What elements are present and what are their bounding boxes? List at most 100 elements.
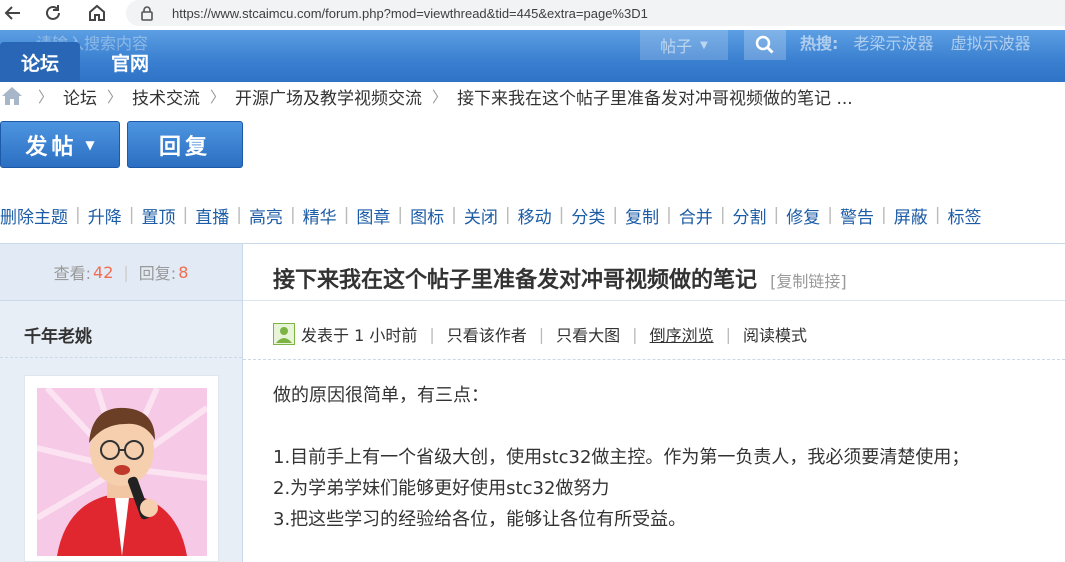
post-blank-line	[273, 411, 969, 442]
post-paragraph: 2.为学弟学妹们能够更好使用stc32做努力	[273, 478, 610, 499]
post-time: 发表于 1 小时前	[301, 326, 418, 345]
divider: |	[289, 205, 296, 225]
divider	[243, 300, 1065, 301]
breadcrumb-link[interactable]: 论坛	[63, 84, 97, 109]
breadcrumb-link[interactable]: 技术交流	[132, 84, 200, 109]
search-icon	[755, 35, 774, 54]
hot-searches: 热搜: 老梁示波器 虚拟示波器	[800, 30, 1043, 54]
hot-label: 热搜:	[800, 34, 839, 53]
copy-link-button[interactable]: [复制链接]	[770, 272, 847, 291]
chevron-right-icon: 〉	[107, 87, 123, 106]
divider: |	[719, 205, 726, 225]
tab-forum[interactable]: 论坛	[0, 42, 80, 82]
replies-count: 8	[178, 262, 189, 282]
chevron-right-icon: 〉	[210, 87, 226, 106]
url-text[interactable]: https://www.stcaimcu.com/forum.php?mod=v…	[172, 6, 648, 21]
views-label: 查看:	[53, 264, 92, 283]
user-online-icon	[273, 323, 295, 345]
lock-icon[interactable]	[140, 5, 164, 21]
thread-stats: 查看: 42 | 回复: 8	[0, 244, 242, 301]
post-paragraph: 3.把这些学习的经验给各位，能够让各位有所受益。	[273, 509, 687, 530]
breadcrumb-link[interactable]: 开源广场及教学视频交流	[235, 84, 422, 109]
divider: |	[558, 205, 565, 225]
post-meta: 发表于 1 小时前 | 只看该作者 | 只看大图 | 倒序浏览 | 阅读模式	[273, 322, 807, 346]
divider: |	[666, 205, 672, 225]
chevron-right-icon: 〉	[432, 87, 448, 106]
divider: |	[881, 205, 887, 225]
divider: |	[827, 205, 834, 225]
mod-highlight[interactable]: 高亮	[249, 203, 283, 228]
post-button[interactable]: 发帖 ▼	[0, 121, 120, 168]
reload-icon[interactable]	[40, 0, 66, 26]
search-button[interactable]	[744, 30, 786, 60]
mod-merge[interactable]: 合并	[679, 203, 713, 228]
mod-split[interactable]: 分割	[733, 203, 767, 228]
divider: |	[75, 205, 81, 225]
mod-block[interactable]: 屏蔽	[894, 203, 928, 228]
moderation-bar: 删除主题 | 升降 | 置顶 | 直播 | 高亮 | 精华 | 图章 | 图标 | 关闭 | 移动…	[0, 202, 981, 228]
search-scope-label: 帖子	[660, 37, 693, 56]
divider: |	[128, 205, 135, 225]
address-bar[interactable]: https://www.stcaimcu.com/forum.php?mod=v…	[126, 0, 1065, 26]
reading-mode-link[interactable]: 阅读模式	[743, 322, 807, 346]
mod-warn[interactable]: 警告	[840, 203, 874, 228]
divider	[0, 357, 242, 358]
mod-live[interactable]: 直播	[195, 203, 229, 228]
reply-button-label: 回复	[158, 134, 211, 160]
hot-term[interactable]: 老梁示波器	[854, 34, 934, 53]
post-content: 做的原因很简单，有三点： 1.目前手上有一个省级大创，使用stc32做主控。作为…	[273, 380, 969, 535]
mod-bump[interactable]: 升降	[88, 203, 122, 228]
mod-close[interactable]: 关闭	[464, 203, 498, 228]
large-images-link[interactable]: 只看大图	[556, 322, 620, 346]
post-paragraph: 1.目前手上有一个省级大创，使用stc32做主控。作为第一负责人，我必须要清楚使…	[273, 447, 970, 468]
reply-button[interactable]: 回复	[127, 121, 243, 168]
home-icon[interactable]	[84, 0, 110, 26]
home-icon[interactable]	[0, 85, 24, 107]
search-scope-select[interactable]: 帖子 ▼	[640, 30, 728, 60]
mod-copy[interactable]: 复制	[625, 203, 659, 228]
mod-icon[interactable]: 图标	[410, 203, 444, 228]
divider	[243, 359, 1065, 360]
mod-delete-thread[interactable]: 删除主题	[0, 203, 68, 228]
divider: |	[773, 205, 780, 225]
post-paragraph: 做的原因很简单，有三点：	[273, 385, 489, 406]
thread-title: 接下来我在这个帖子里准备发对冲哥视频做的笔记	[273, 268, 758, 293]
divider: |	[725, 324, 731, 344]
divider: |	[612, 205, 619, 225]
divider: |	[182, 205, 189, 225]
divider: |	[343, 205, 350, 225]
replies-label: 回复:	[138, 264, 177, 283]
divider: |	[451, 205, 457, 225]
chevron-down-icon: ▼	[85, 137, 95, 152]
reverse-order-link[interactable]: 倒序浏览	[650, 322, 714, 346]
divider: |	[123, 262, 129, 282]
hot-term[interactable]: 虚拟示波器	[951, 34, 1031, 53]
thread-title-row: 接下来我在这个帖子里准备发对冲哥视频做的笔记 [复制链接]	[273, 262, 847, 294]
breadcrumb: 〉 论坛 〉 技术交流 〉 开源广场及教学视频交流 〉 接下来我在这个帖子里准备…	[0, 83, 853, 109]
author-name[interactable]: 千年老姚	[24, 322, 92, 347]
divider: |	[632, 324, 638, 344]
tab-official-site[interactable]: 官网	[90, 42, 170, 82]
mod-tags[interactable]: 标签	[947, 203, 981, 228]
author-sidebar: 查看: 42 | 回复: 8 千年老姚	[0, 244, 243, 562]
avatar[interactable]	[24, 375, 219, 562]
mod-repair[interactable]: 修复	[786, 203, 820, 228]
divider: |	[538, 324, 545, 344]
divider: |	[397, 205, 404, 225]
divider: |	[504, 205, 511, 225]
chevron-right-icon: 〉	[38, 87, 54, 106]
divider: |	[236, 205, 242, 225]
only-author-link[interactable]: 只看该作者	[447, 322, 527, 346]
back-icon[interactable]	[0, 0, 26, 26]
divider: |	[429, 324, 435, 344]
mod-stamp[interactable]: 图章	[356, 203, 390, 228]
mod-category[interactable]: 分类	[571, 203, 605, 228]
divider: |	[934, 205, 941, 225]
mod-stick[interactable]: 置顶	[141, 203, 175, 228]
chevron-down-icon: ▼	[700, 39, 708, 51]
breadcrumb-current[interactable]: 接下来我在这个帖子里准备发对冲哥视频做的笔记 ...	[457, 84, 853, 109]
browser-toolbar: https://www.stcaimcu.com/forum.php?mod=v…	[0, 0, 1065, 26]
mod-digest[interactable]: 精华	[303, 203, 337, 228]
site-header: 请输入搜索内容 论坛 官网 帖子 ▼ 热搜: 老梁示波器 虚拟示波器	[0, 30, 1065, 82]
mod-move[interactable]: 移动	[518, 203, 552, 228]
